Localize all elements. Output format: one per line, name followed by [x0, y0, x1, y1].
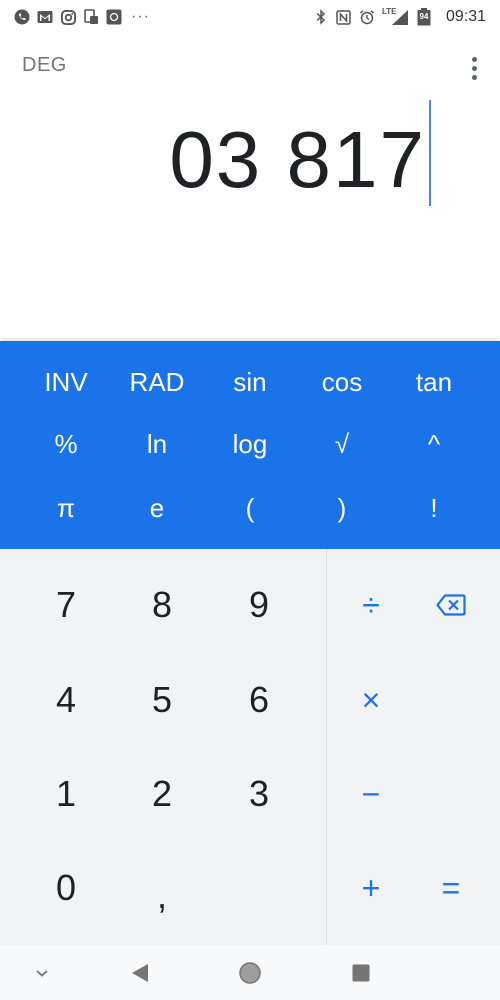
log-key[interactable]: log: [204, 414, 296, 474]
digit-4-key[interactable]: 4: [18, 653, 114, 747]
backspace-icon: [436, 594, 466, 616]
navigation-bar: [0, 945, 500, 1000]
alarm-icon: [359, 9, 375, 25]
factorial-key[interactable]: !: [388, 478, 480, 538]
sin-key[interactable]: sin: [204, 352, 296, 412]
angle-mode-indicator: DEG: [22, 54, 67, 76]
nfc-icon: [336, 9, 352, 25]
digit-2-key[interactable]: 2: [114, 747, 210, 841]
digit-6-key[interactable]: 6: [211, 653, 307, 747]
advanced-functions-pad: INV RAD sin cos tan % ln log √ ^ π e ( )…: [0, 341, 500, 549]
divide-key[interactable]: ÷: [331, 558, 411, 652]
clock: 09:31: [445, 8, 486, 25]
digit-7-key[interactable]: 7: [18, 558, 114, 652]
recents-icon[interactable]: [343, 955, 379, 991]
percent-key[interactable]: %: [20, 414, 112, 474]
calculator-header: DEG: [0, 44, 500, 88]
battery-level: 94: [419, 12, 429, 21]
number-pad: 7 8 9 4 5 6 1 2 3 0 ,: [0, 549, 327, 945]
chevron-down-icon[interactable]: [24, 955, 60, 991]
text-cursor: [429, 100, 431, 206]
more-notifications-icon: ···: [131, 8, 150, 25]
phone-icon: [14, 9, 30, 25]
back-icon[interactable]: [122, 955, 158, 991]
multiply-key[interactable]: ×: [331, 653, 411, 747]
gmail-icon: [37, 9, 53, 25]
digit-5-key[interactable]: 5: [114, 653, 210, 747]
equals-key[interactable]: =: [411, 841, 491, 935]
open-paren-key[interactable]: (: [204, 478, 296, 538]
formula-text[interactable]: 03 817: [169, 110, 426, 210]
more-vert-icon: [471, 56, 477, 62]
digit-0-key[interactable]: 0: [18, 841, 114, 935]
bluetooth-icon: [313, 9, 329, 25]
more-options-button[interactable]: [460, 52, 488, 84]
home-icon[interactable]: [232, 955, 268, 991]
network-type-label: LTE: [381, 7, 397, 16]
digit-9-key[interactable]: 9: [211, 558, 307, 652]
battery-icon: 94: [417, 8, 431, 26]
screenshot-icon: [83, 9, 99, 25]
e-key[interactable]: e: [111, 478, 203, 538]
close-paren-key[interactable]: ): [296, 478, 388, 538]
digit-3-key[interactable]: 3: [211, 747, 307, 841]
tan-key[interactable]: tan: [388, 352, 480, 412]
minus-key[interactable]: −: [331, 747, 411, 841]
digit-1-key[interactable]: 1: [18, 747, 114, 841]
power-key[interactable]: ^: [388, 414, 480, 474]
photo-icon: [106, 9, 122, 25]
calculator-display[interactable]: 03 817: [0, 88, 500, 340]
rad-key[interactable]: RAD: [111, 352, 203, 412]
ln-key[interactable]: ln: [111, 414, 203, 474]
system-icons: LTE 94 09:31: [313, 7, 486, 26]
pi-key[interactable]: π: [20, 478, 112, 538]
backspace-key[interactable]: [411, 558, 491, 652]
status-bar: ··· LTE 94 09:31: [0, 0, 500, 34]
operators-pad: ÷ × − + =: [327, 549, 500, 945]
digit-8-key[interactable]: 8: [114, 558, 210, 652]
decimal-comma-key[interactable]: ,: [114, 849, 210, 943]
notification-icons: ···: [14, 8, 150, 26]
cos-key[interactable]: cos: [296, 352, 388, 412]
inv-key[interactable]: INV: [20, 352, 112, 412]
signal-icon: LTE: [381, 7, 410, 25]
instagram-icon: [60, 9, 76, 25]
sqrt-key[interactable]: √: [296, 414, 388, 474]
plus-key[interactable]: +: [331, 841, 411, 935]
